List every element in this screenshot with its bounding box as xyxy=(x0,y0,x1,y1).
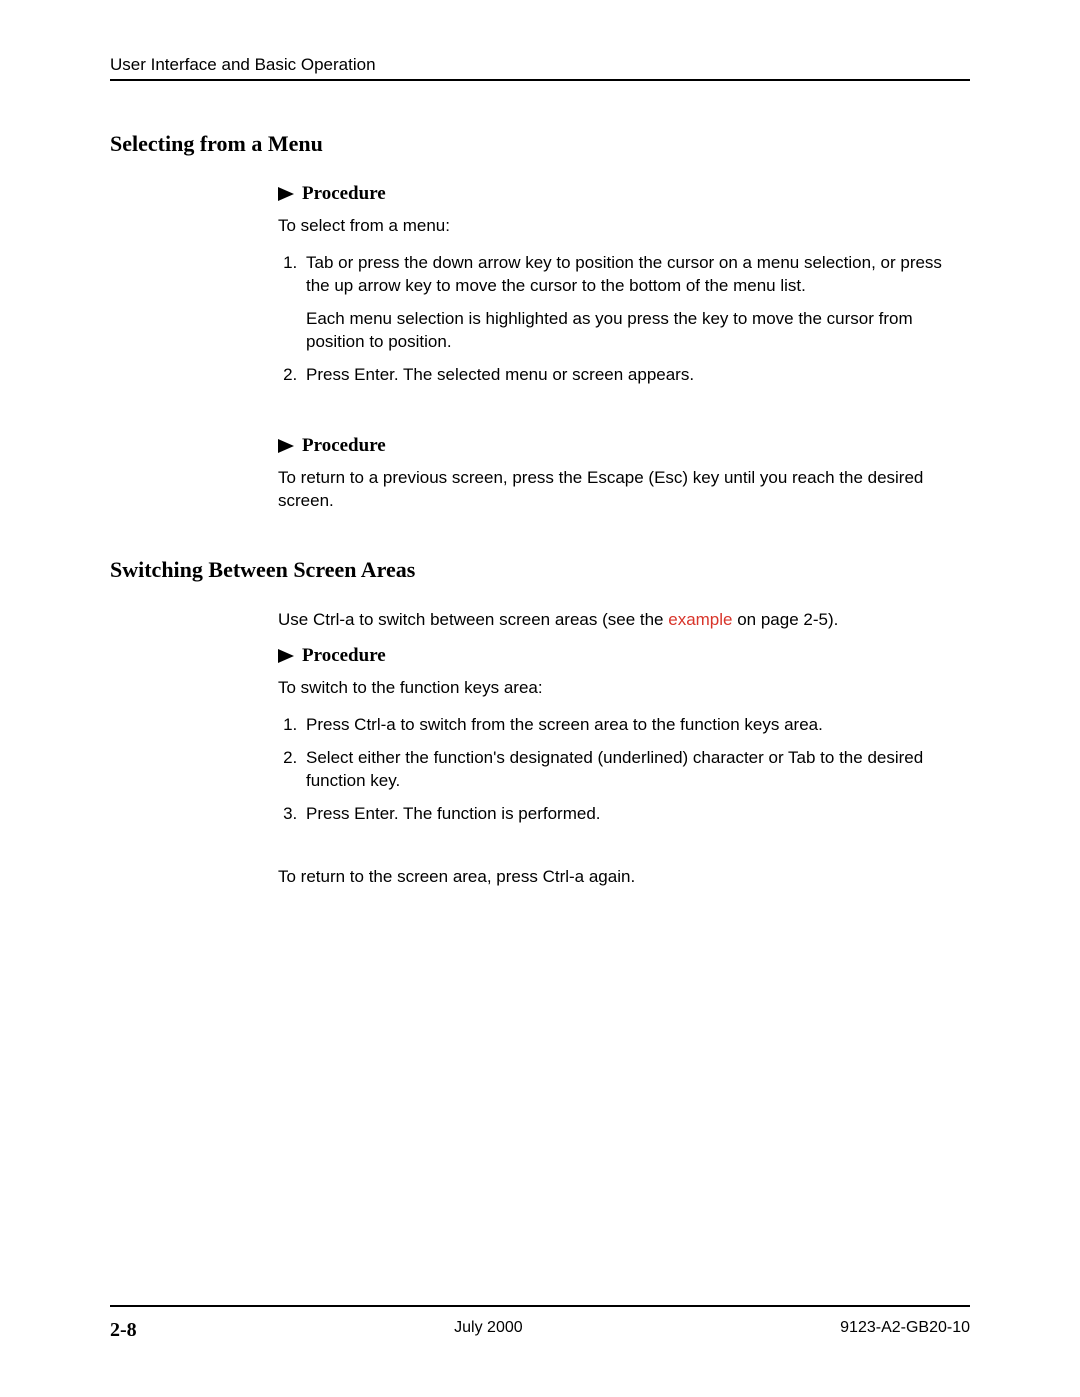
step-text: Press Ctrl-a to switch from the screen a… xyxy=(306,715,823,734)
step-text: Press Enter. The selected menu or screen… xyxy=(306,365,694,384)
page-number: 2-8 xyxy=(110,1319,137,1342)
step-extra-text: Each menu selection is highlighted as yo… xyxy=(306,308,970,354)
section-intro: Use Ctrl-a to switch between screen area… xyxy=(278,609,970,632)
header-rule xyxy=(110,79,970,81)
footer-rule xyxy=(110,1305,970,1307)
procedure-steps: Press Ctrl-a to switch from the screen a… xyxy=(278,714,970,826)
step-item: Press Enter. The function is performed. xyxy=(302,803,970,826)
procedure-label: Procedure xyxy=(302,645,386,667)
procedure-text: To return to a previous screen, press th… xyxy=(278,467,970,513)
procedure-label: Procedure xyxy=(302,183,386,205)
step-text: Tab or press the down arrow key to posit… xyxy=(306,253,942,295)
footer-date: July 2000 xyxy=(454,1319,523,1342)
procedure-heading: Procedure xyxy=(278,645,970,667)
running-header: User Interface and Basic Operation xyxy=(110,55,970,75)
step-text: Select either the function's designated … xyxy=(306,748,923,790)
section-outro: To return to the screen area, press Ctrl… xyxy=(278,866,970,889)
triangle-right-icon xyxy=(278,649,294,663)
step-item: Press Enter. The selected menu or screen… xyxy=(302,364,970,387)
intro-post: on page 2-5). xyxy=(733,610,839,629)
step-item: Tab or press the down arrow key to posit… xyxy=(302,252,970,354)
triangle-right-icon xyxy=(278,439,294,453)
footer-docnum: 9123-A2-GB20-10 xyxy=(840,1319,970,1342)
procedure-intro: To select from a menu: xyxy=(278,215,970,238)
step-item: Press Ctrl-a to switch from the screen a… xyxy=(302,714,970,737)
procedure-label: Procedure xyxy=(302,435,386,457)
procedure-steps: Tab or press the down arrow key to posit… xyxy=(278,252,970,387)
section-title-switching: Switching Between Screen Areas xyxy=(110,557,970,583)
procedure-heading: Procedure xyxy=(278,435,970,457)
page-footer: 2-8 July 2000 9123-A2-GB20-10 xyxy=(110,1305,970,1342)
procedure-intro: To switch to the function keys area: xyxy=(278,677,970,700)
triangle-right-icon xyxy=(278,187,294,201)
intro-pre: Use Ctrl-a to switch between screen area… xyxy=(278,610,668,629)
section-title-selecting: Selecting from a Menu xyxy=(110,131,970,157)
procedure-heading: Procedure xyxy=(278,183,970,205)
example-link[interactable]: example xyxy=(668,610,732,629)
step-item: Select either the function's designated … xyxy=(302,747,970,793)
step-text: Press Enter. The function is performed. xyxy=(306,804,601,823)
